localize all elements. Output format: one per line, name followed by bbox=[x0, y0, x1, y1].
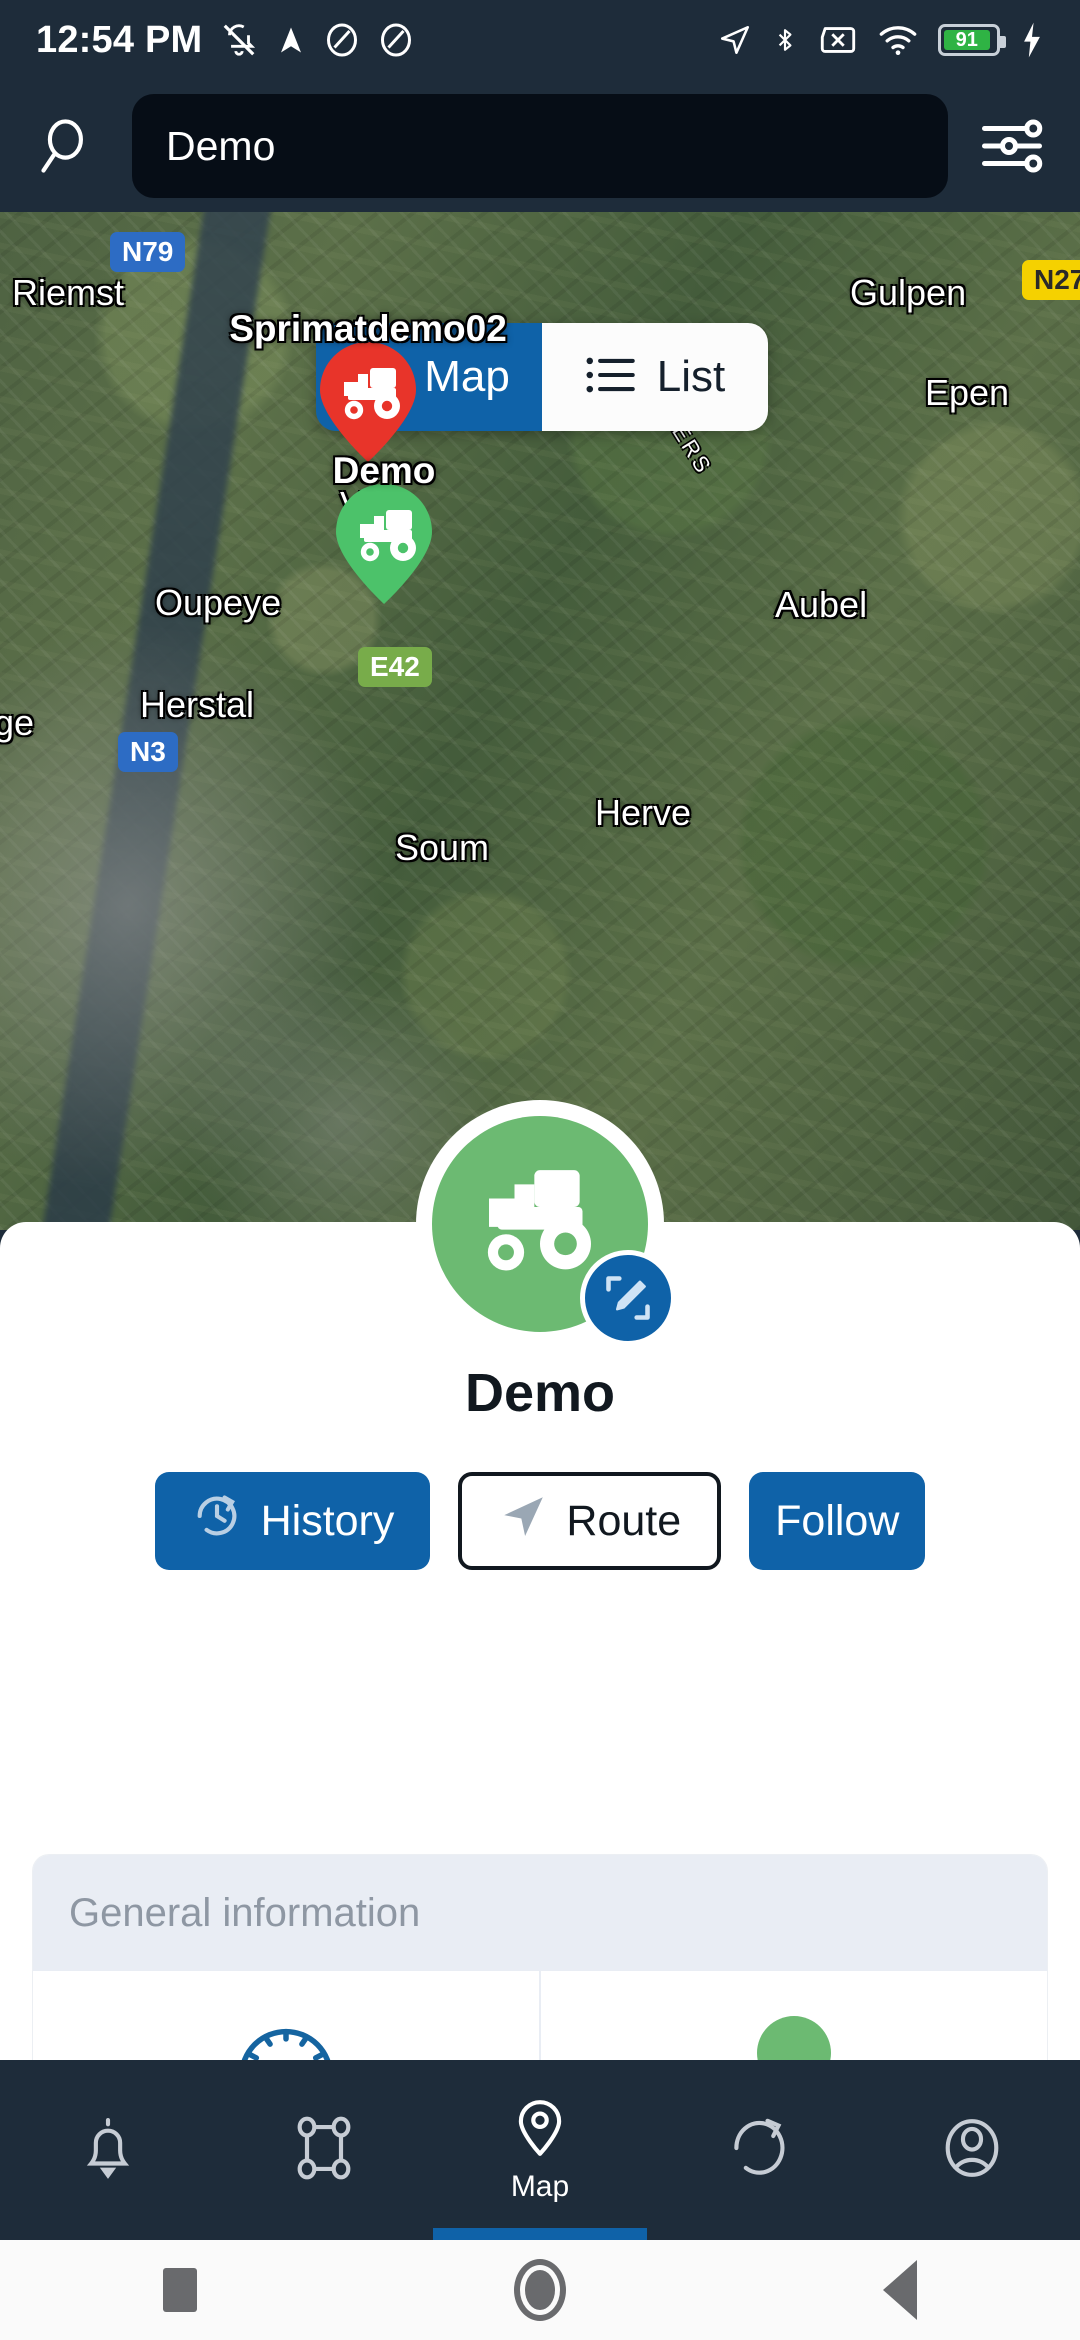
map-road-badge: E42 bbox=[358, 647, 432, 688]
filter-sliders-icon[interactable] bbox=[972, 106, 1052, 186]
map-road-badge: N278 bbox=[1022, 260, 1080, 301]
status-bar: 12:54 PM 91 bbox=[0, 0, 1080, 80]
nav-item-notifications[interactable] bbox=[0, 2060, 216, 2240]
do-not-disturb-icon bbox=[378, 22, 414, 58]
map-place-label: Aubel bbox=[775, 584, 868, 625]
map-place-label: Gulpen bbox=[850, 272, 967, 313]
map-marker-demo[interactable]: Demo bbox=[333, 450, 435, 604]
recents-square-icon[interactable] bbox=[0, 2268, 360, 2312]
search-header: Demo bbox=[0, 80, 1080, 212]
tab-list-label: List bbox=[656, 352, 726, 401]
bluetooth-icon bbox=[772, 22, 798, 58]
map-marker-label: Demo bbox=[332, 450, 436, 491]
nav-item-history[interactable] bbox=[648, 2060, 864, 2240]
list-bullet-icon bbox=[585, 352, 637, 403]
route-button[interactable]: Route bbox=[458, 1472, 722, 1570]
search-input-value: Demo bbox=[166, 122, 276, 169]
history-clock-icon bbox=[191, 1490, 243, 1553]
edit-machine-button[interactable] bbox=[580, 1250, 676, 1346]
edit-pencil-icon bbox=[606, 1276, 650, 1320]
home-circle-icon[interactable] bbox=[360, 2259, 720, 2321]
nav-item-map-label: Map bbox=[510, 2169, 570, 2203]
back-triangle-icon[interactable] bbox=[720, 2260, 1080, 2320]
nav-item-map[interactable]: Map bbox=[432, 2060, 648, 2240]
status-bar-left: 12:54 PM bbox=[36, 19, 414, 62]
machine-avatar[interactable] bbox=[416, 1100, 676, 1348]
search-icon[interactable] bbox=[28, 106, 108, 186]
battery-level: 91 bbox=[944, 29, 990, 51]
map-place-label: Soum bbox=[395, 827, 490, 868]
general-information-header: General information bbox=[33, 1855, 1047, 1971]
map-canvas[interactable]: Riemst Gulpen Epen Vise Oupeye Aubel Her… bbox=[0, 212, 1080, 1230]
field-boundary-icon bbox=[292, 2114, 356, 2187]
machine-actions: History Route Follow bbox=[0, 1472, 1080, 1570]
location-arrow-icon bbox=[276, 22, 306, 58]
history-clock-icon bbox=[723, 2114, 789, 2187]
do-not-disturb-icon bbox=[324, 22, 360, 58]
nav-item-fields[interactable] bbox=[216, 2060, 432, 2240]
nav-item-profile[interactable] bbox=[864, 2060, 1080, 2240]
tractor-icon bbox=[487, 1170, 591, 1271]
map-road-badge: N79 bbox=[110, 232, 186, 273]
charging-bolt-icon bbox=[1020, 21, 1044, 59]
tab-map-label: Map bbox=[424, 352, 510, 401]
follow-button-label: Follow bbox=[775, 1496, 900, 1545]
tractor-marker-icon bbox=[336, 484, 432, 604]
map-place-label: Epen bbox=[925, 372, 1010, 413]
map-pin-icon bbox=[511, 2097, 569, 2164]
bottom-navigation: Map bbox=[0, 2060, 1080, 2240]
phone-screen: 12:54 PM 91 Demo Riemst Gulpen Epen Oupe… bbox=[0, 0, 1080, 2340]
navigation-arrow-icon bbox=[498, 1491, 548, 1552]
tractor-marker-icon bbox=[320, 342, 416, 462]
machine-name-title: Demo bbox=[464, 1363, 616, 1423]
battery-icon: 91 bbox=[938, 24, 1006, 56]
tab-list[interactable]: List bbox=[542, 323, 768, 431]
status-time: 12:54 PM bbox=[36, 18, 203, 61]
notifications-muted-icon bbox=[220, 21, 258, 59]
search-input[interactable]: Demo bbox=[132, 94, 948, 198]
map-place-label: Riemst bbox=[12, 272, 125, 313]
map-road-badge: N3 bbox=[118, 732, 178, 773]
nav-active-indicator bbox=[433, 2228, 647, 2240]
wifi-icon bbox=[878, 23, 918, 57]
no-sim-icon bbox=[818, 24, 858, 56]
location-active-icon bbox=[718, 23, 752, 57]
profile-icon bbox=[941, 2114, 1003, 2187]
map-place-label: Herve bbox=[595, 792, 692, 833]
follow-button[interactable]: Follow bbox=[749, 1472, 926, 1570]
android-system-nav bbox=[0, 2240, 1080, 2340]
route-button-label: Route bbox=[566, 1496, 682, 1545]
map-marker-sprimatdemo02[interactable]: Sprimatdemo02 bbox=[229, 308, 507, 462]
history-button[interactable]: History bbox=[154, 1472, 431, 1570]
status-bar-right: 91 bbox=[718, 21, 1044, 59]
map-marker-label: Sprimatdemo02 bbox=[229, 308, 507, 349]
history-button-label: History bbox=[260, 1496, 395, 1545]
bell-icon bbox=[77, 2114, 139, 2187]
